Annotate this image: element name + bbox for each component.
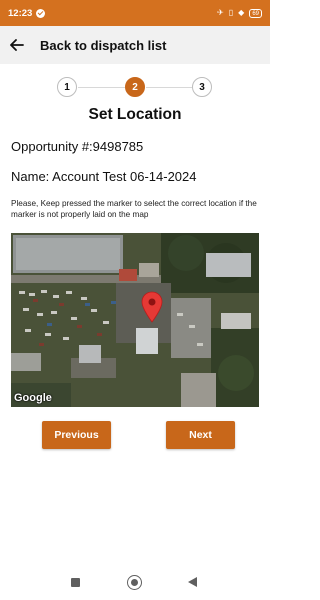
opportunity-number: Opportunity #:9498785	[11, 139, 144, 154]
arrow-left-icon[interactable]	[0, 26, 34, 64]
battery-icon: 69	[249, 8, 262, 18]
status-bar: 12:23 ✈ ▯ ◆ 69	[0, 0, 270, 26]
account-name: Name: Account Test 06-14-2024	[11, 169, 197, 184]
notification-check-icon	[36, 8, 46, 18]
home-circle-icon[interactable]	[127, 575, 142, 590]
system-nav-bar	[0, 566, 270, 600]
satellite-imagery	[11, 233, 259, 407]
step-3: 3	[192, 77, 212, 97]
app-bar: Back to dispatch list	[0, 26, 270, 64]
back-triangle-icon[interactable]	[188, 577, 197, 587]
next-button[interactable]: Next	[166, 421, 235, 449]
status-icons: ✈ ▯ ◆ 69	[217, 8, 262, 18]
step-connector	[78, 87, 125, 88]
google-logo: Google	[14, 392, 52, 404]
previous-button[interactable]: Previous	[42, 421, 111, 449]
satellite-map[interactable]: Google	[11, 233, 259, 407]
wifi-icon: ◆	[238, 8, 245, 17]
step-connector	[146, 87, 192, 88]
recents-square-icon[interactable]	[71, 578, 80, 587]
back-to-dispatch-title[interactable]: Back to dispatch list	[40, 38, 166, 53]
step-1: 1	[57, 77, 77, 97]
status-time: 12:23	[8, 7, 33, 19]
vibrate-icon: ▯	[228, 8, 234, 17]
airplane-icon: ✈	[217, 8, 224, 17]
step-2-active: 2	[125, 77, 145, 97]
step-indicator: 1 2 3	[0, 77, 270, 99]
map-pin-icon[interactable]	[141, 291, 163, 323]
page-title: Set Location	[88, 106, 182, 123]
instruction-text: Please, Keep pressed the marker to selec…	[11, 199, 257, 219]
